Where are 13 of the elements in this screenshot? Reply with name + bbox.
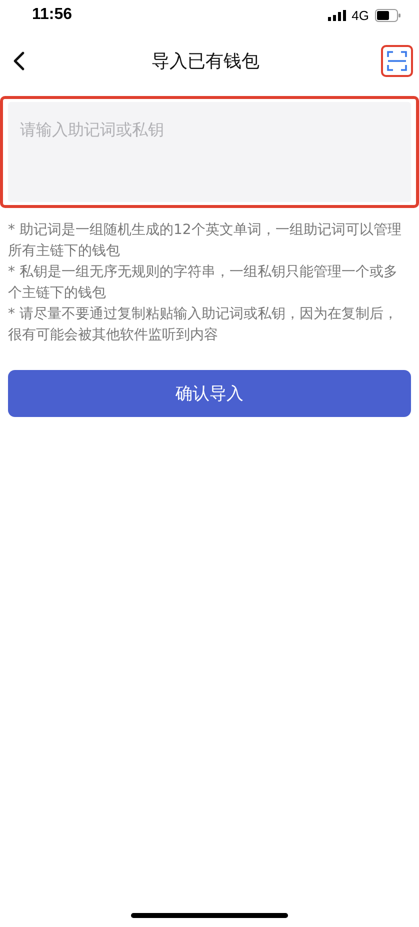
page-title: 导入已有钱包 xyxy=(152,50,260,73)
chevron-left-icon[interactable] xyxy=(12,50,26,72)
hint-text: * 助记词是一组随机生成的12个英文单词，一组助记词可以管理所有主链下的钱包 xyxy=(8,221,402,261)
status-time: 11:56 xyxy=(32,6,72,24)
network-label: 4G xyxy=(352,8,369,22)
confirm-button[interactable]: 确认导入 xyxy=(8,370,411,417)
signal-icon xyxy=(328,10,346,20)
scan-icon[interactable] xyxy=(386,50,408,72)
hint-text: * 请尽量不要通过复制粘贴输入助记词或私钥，因为在复制后，很有可能会被其他软件监听到内容 xyxy=(8,305,398,345)
hint-text: * 私钥是一组无序无规则的字符串，一组私钥只能管理一个或多个主链下的钱包 xyxy=(8,263,398,303)
scan-button[interactable] xyxy=(381,45,413,77)
input-field[interactable]: 请输入助记词或私钥 xyxy=(8,102,411,202)
battery-icon xyxy=(375,8,401,22)
